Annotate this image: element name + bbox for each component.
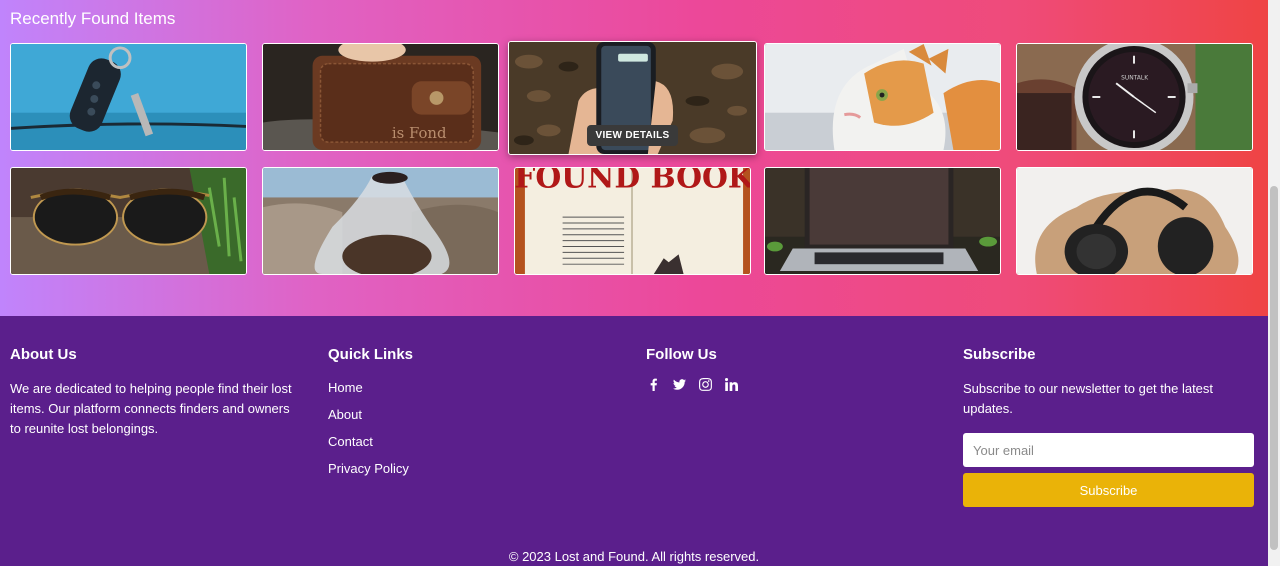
item-card-headphones[interactable] [1016,167,1253,275]
twitter-icon[interactable] [672,377,686,391]
instagram-icon[interactable] [698,377,712,391]
linkedin-icon[interactable] [724,377,738,391]
wallet-caption: is Fond [392,125,447,142]
item-card-laptop[interactable] [764,167,1001,275]
item-card-sunglasses[interactable] [10,167,247,275]
item-card-wallet[interactable]: is Fond [262,43,499,151]
page: Recently Found Items is Fond VIEW DETAIL… [0,0,1268,566]
item-card-car-keys[interactable] [10,43,247,151]
book-title-caption: FOUND BOOK [515,168,750,195]
subscribe-title: Subscribe [963,346,1036,363]
footer-link-home[interactable]: Home [328,379,588,397]
watch-brand-caption: SUNTALK [1121,75,1148,81]
social-links [646,377,906,391]
item-card-cat[interactable] [764,43,1001,151]
plastic-bag-image [263,168,498,274]
copyright-text: © 2023 Lost and Found. All rights reserv… [508,549,760,564]
headphones-image [1017,168,1252,274]
footer-link-contact[interactable]: Contact [328,433,588,451]
recently-found-section: Recently Found Items is Fond VIEW DETAIL… [0,0,1268,316]
laptop-image [765,168,1000,274]
subscribe-text: Subscribe to our newsletter to get the l… [963,381,1214,416]
item-card-smartphone[interactable]: VIEW DETAILS [508,41,757,155]
view-details-button[interactable]: VIEW DETAILS [586,125,679,146]
page-scrollbar[interactable] [1268,0,1280,566]
subscribe-button[interactable]: Subscribe [963,473,1254,507]
item-card-watch[interactable]: SUNTALK [1016,43,1253,151]
about-text: We are dedicated to helping people find … [10,381,292,436]
scrollbar-thumb[interactable] [1270,186,1278,550]
about-column: About Us We are dedicated to helping peo… [10,346,300,439]
book-image: FOUND BOOK [515,168,750,274]
section-title: Recently Found Items [10,9,176,28]
email-field[interactable] [963,433,1254,467]
sunglasses-image [11,168,246,274]
quick-links-title: Quick Links [328,346,414,363]
wristwatch-image: SUNTALK [1017,44,1252,150]
facebook-icon[interactable] [646,377,660,391]
item-card-bag[interactable] [262,167,499,275]
about-title: About Us [10,346,77,363]
follow-column: Follow Us [646,346,906,391]
subscribe-column: Subscribe Subscribe to our newsletter to… [963,346,1254,419]
footer-link-privacy-policy[interactable]: Privacy Policy [328,460,588,478]
follow-title: Follow Us [646,346,717,363]
quick-links-column: Quick Links Home About Contact Privacy P… [328,346,588,487]
footer-link-about[interactable]: About [328,406,588,424]
item-card-book[interactable]: FOUND BOOK [514,167,751,275]
cat-image [765,44,1000,150]
car-keys-image [11,44,246,150]
wallet-image: is Fond [263,44,498,150]
